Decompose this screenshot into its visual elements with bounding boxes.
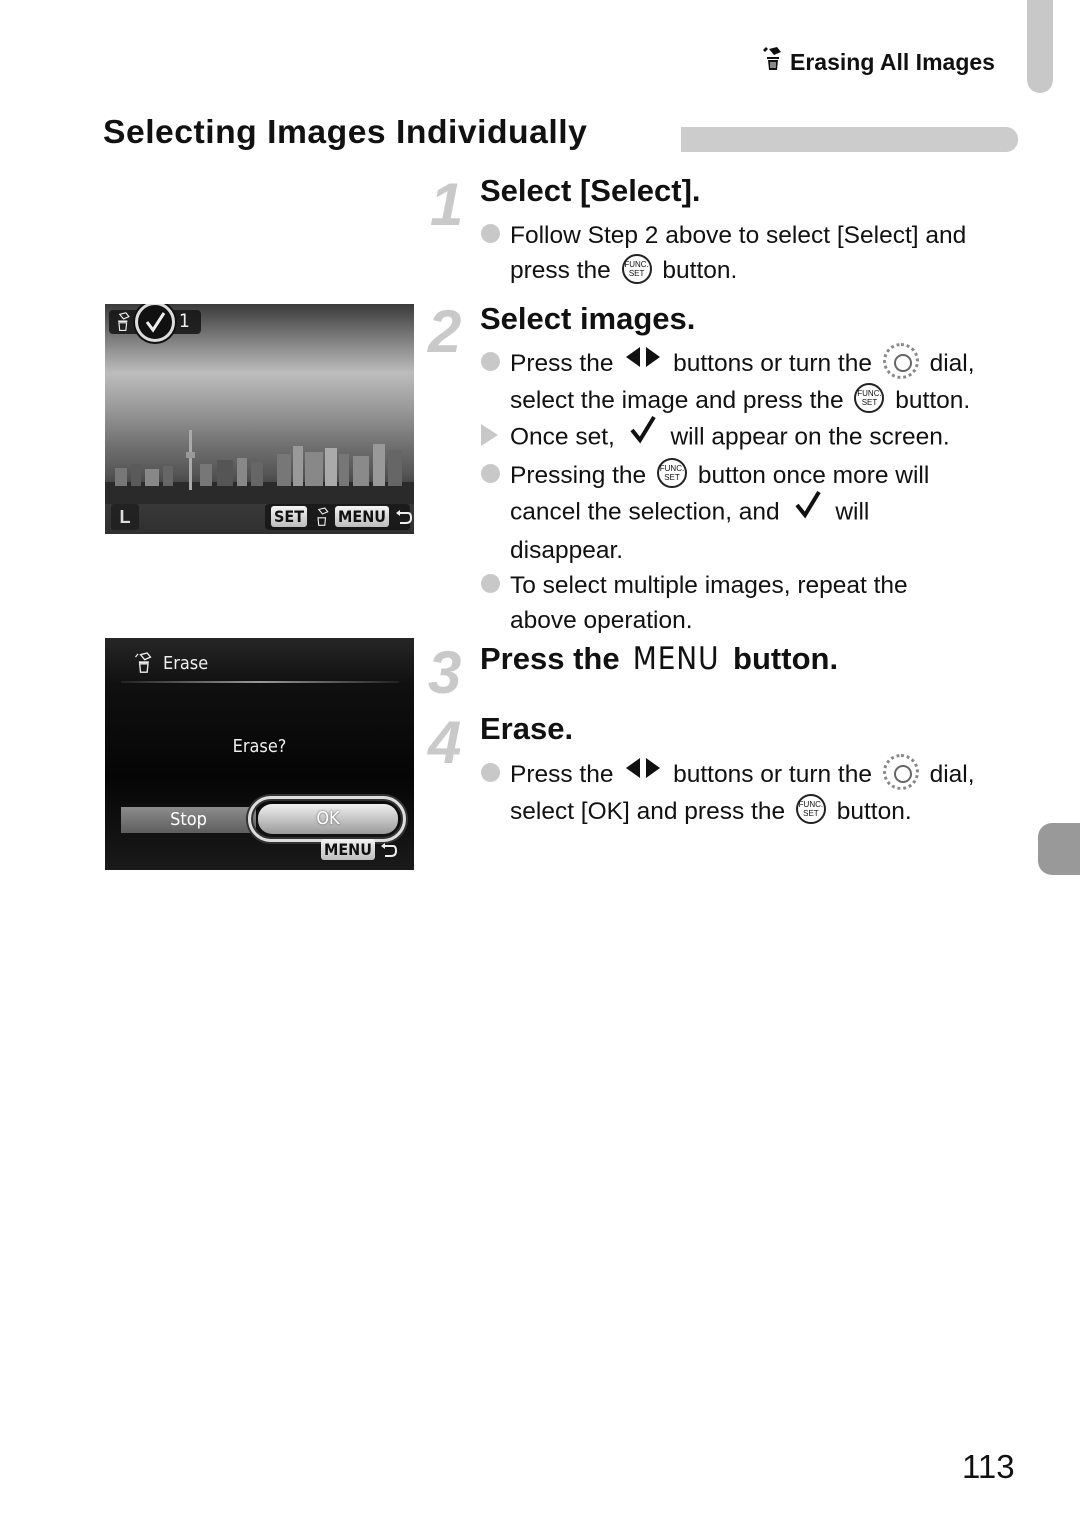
title-divider <box>121 681 399 683</box>
bullet-icon <box>481 463 500 483</box>
instruction-item: To select multiple images, repeat the <box>481 568 1061 603</box>
step-1-instructions: Follow Step 2 above to select [Select] a… <box>481 218 1041 288</box>
image-size-icon: L <box>111 504 139 530</box>
menu-button-label: MENU <box>633 641 720 677</box>
running-head: Erasing All Images <box>760 46 995 78</box>
menu-label: MENU <box>335 506 389 527</box>
bullet-icon <box>481 573 500 593</box>
running-head-text: Erasing All Images <box>790 48 995 75</box>
step-title-4: Erase. <box>480 711 574 746</box>
screen-title: Erase <box>133 652 208 674</box>
stop-button[interactable]: Stop <box>121 807 256 833</box>
instruction-item-cont: disappear. <box>510 536 624 564</box>
erase-icon <box>760 46 784 78</box>
checkmark-icon <box>628 414 658 454</box>
instruction-item-cont: select the image and press the FUNC. SET … <box>481 383 1061 418</box>
result-item: Once set, will appear on the screen. <box>481 415 1061 458</box>
return-icon <box>395 509 412 524</box>
ok-button[interactable]: OK <box>258 804 398 834</box>
camera-screen-erase-confirm: Erase Erase? Stop OK MENU <box>105 638 414 870</box>
func-set-button-icon: FUNC. SET <box>657 458 687 489</box>
instruction-item-cont: press the FUNC. SET button. <box>481 253 1041 288</box>
bullet-icon <box>481 763 500 783</box>
instruction-item-cont: select [OK] and press the FUNC. SET butto… <box>481 794 1061 829</box>
chapter-tab-side <box>1038 823 1080 875</box>
bullet-icon <box>481 224 500 244</box>
bullet-icon <box>481 352 500 372</box>
func-set-button-icon: FUNC. SET <box>621 253 652 284</box>
step-title-3: Press the MENU button. <box>480 641 839 677</box>
func-set-button-icon: FUNC. SET <box>795 794 826 825</box>
guide-bar: SET MENU <box>265 504 412 530</box>
step-title-1: Select [Select]. <box>480 173 701 208</box>
city-skyline <box>105 430 414 504</box>
erase-icon <box>317 506 329 526</box>
instruction-item-cont: cancel the selection, and will <box>481 490 1061 533</box>
back-guide: MENU <box>321 839 397 860</box>
step-4-instructions: Press the buttons or turn the dial, sele… <box>481 753 1061 829</box>
control-dial-icon <box>882 342 919 379</box>
menu-label: MENU <box>321 839 375 860</box>
section-title: Selecting Images Individually <box>103 113 588 150</box>
result-arrow-icon <box>481 423 498 446</box>
selected-checkmark-icon <box>135 304 175 342</box>
step-2-instructions: Press the buttons or turn the dial, sele… <box>481 342 1061 638</box>
control-dial-icon <box>882 753 919 790</box>
left-right-buttons-icon <box>624 755 662 790</box>
set-label: SET <box>271 506 308 527</box>
instruction-item: Pressing the FUNC. SET button once more w… <box>481 458 1061 493</box>
left-right-buttons-icon <box>624 344 662 379</box>
camera-screen-select: 1 L SET MENU <box>105 304 414 534</box>
step-number-2: 2 <box>428 298 462 365</box>
instruction-item: Press the buttons or turn the dial, <box>481 753 1061 794</box>
instruction-item: Press the buttons or turn the dial, <box>481 342 1061 383</box>
chapter-tab-top <box>1027 0 1053 93</box>
return-icon <box>380 842 397 857</box>
instruction-item: Follow Step 2 above to select [Select] a… <box>481 218 1041 253</box>
page-number: 113 <box>962 1448 1015 1485</box>
section-title-bar <box>681 127 1018 152</box>
func-set-button-icon: FUNC. SET <box>854 383 885 414</box>
checkmark-icon <box>793 489 823 529</box>
step-title-2: Select images. <box>480 301 696 336</box>
step-number-3: 3 <box>428 639 462 706</box>
step-number-4: 4 <box>428 709 462 776</box>
step-number-1: 1 <box>430 171 464 238</box>
erase-icon <box>118 312 130 332</box>
erase-icon <box>135 652 152 673</box>
selection-count: 1 <box>179 310 190 332</box>
instruction-item-cont: above operation. <box>510 606 693 634</box>
confirm-question: Erase? <box>232 736 287 757</box>
